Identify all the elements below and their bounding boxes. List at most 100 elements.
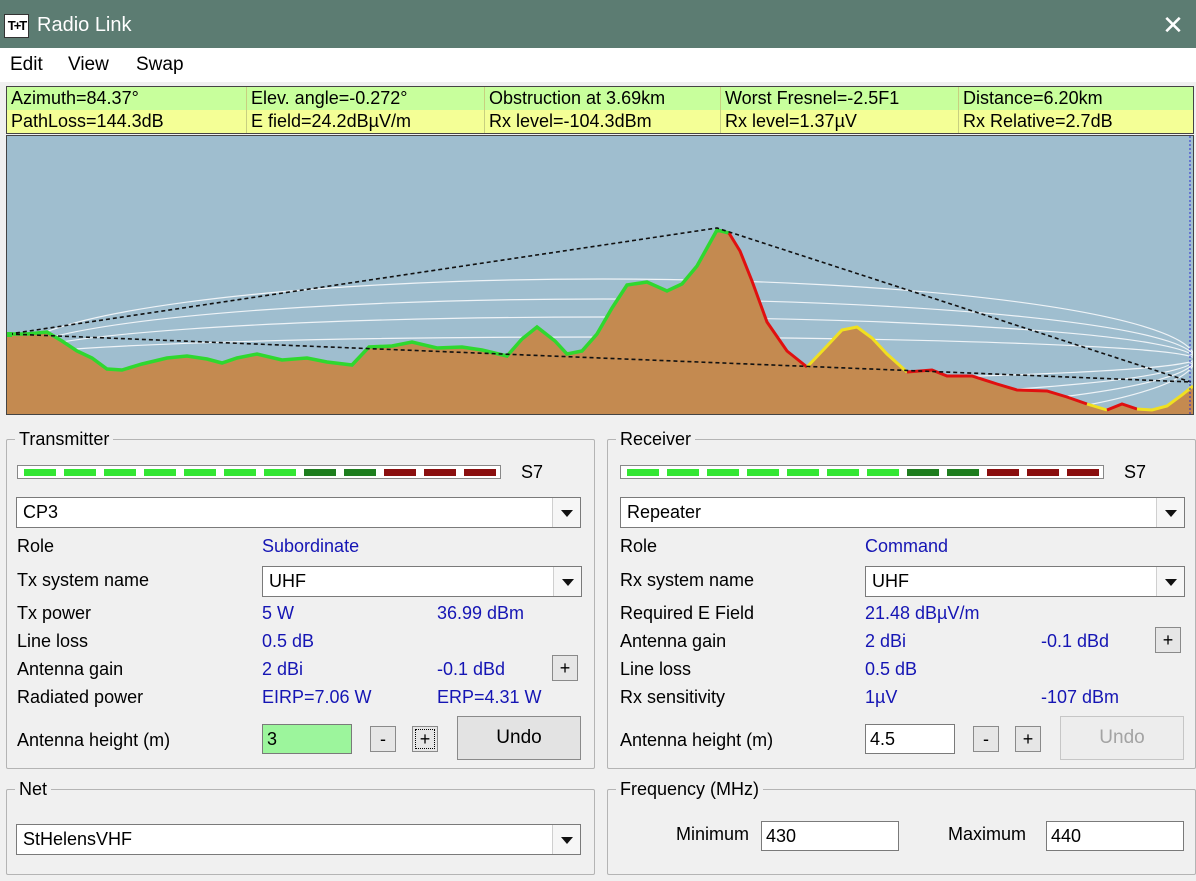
tx-antenna-gain-dbd: -0.1 dBd: [437, 659, 506, 679]
efield-cell: E field=24.2dBµV/m: [247, 110, 485, 133]
rx-height-minus-button[interactable]: -: [973, 726, 999, 752]
transmitter-group-label: Transmitter: [15, 428, 114, 450]
transmitter-point: [7, 332, 12, 337]
rx-height-plus-button[interactable]: +: [1015, 726, 1041, 752]
rx-site-select[interactable]: Repeater: [620, 497, 1185, 528]
tx-meter-segment: [464, 469, 496, 476]
terrain-profile-view[interactable]: [6, 135, 1194, 415]
frequency-min-input[interactable]: 430: [761, 821, 899, 851]
frequency-group: Frequency (MHz) Minimum 430 Maximum 440: [607, 778, 1196, 875]
rx-antenna-gain-label: Antenna gain: [620, 631, 727, 651]
worst-fresnel-cell: Worst Fresnel=-2.5F1: [721, 87, 959, 110]
rx-antenna-gain-dbd: -0.1 dBd: [1041, 631, 1110, 651]
distance-cell: Distance=6.20km: [959, 87, 1193, 110]
menu-edit[interactable]: Edit: [10, 54, 43, 76]
rx-meter-segment: [627, 469, 659, 476]
net-select[interactable]: StHelensVHF: [16, 824, 581, 855]
tx-antenna-height-input[interactable]: 3: [262, 724, 352, 754]
rx-system-value: UHF: [872, 571, 909, 591]
tx-meter-segment: [424, 469, 456, 476]
tx-radiated-power-label: Radiated power: [17, 687, 144, 707]
tx-meter-segment: [384, 469, 416, 476]
rx-meter-segment: [1067, 469, 1099, 476]
obstruction-cell: Obstruction at 3.69km: [485, 87, 721, 110]
rx-antenna-height-label: Antenna height (m): [620, 730, 774, 750]
rx-sensitivity-label: Rx sensitivity: [620, 687, 726, 707]
rx-meter-segment: [867, 469, 899, 476]
rx-site-value: Repeater: [627, 502, 702, 522]
tx-meter-segment: [64, 469, 96, 476]
rx-meter-segment: [827, 469, 859, 476]
tx-meter-segment: [344, 469, 376, 476]
tx-meter-segment: [24, 469, 56, 476]
frequency-min-label: Minimum: [676, 824, 750, 844]
chevron-down-icon[interactable]: [552, 498, 580, 527]
rx-undo-button[interactable]: Undo: [1060, 716, 1184, 760]
chevron-down-icon[interactable]: [1156, 567, 1184, 596]
pathloss-cell: PathLoss=144.3dB: [7, 110, 247, 133]
tx-undo-button[interactable]: Undo: [457, 716, 581, 760]
rx-meter-label: S7: [1124, 462, 1147, 482]
tx-meter-label: S7: [521, 462, 544, 482]
rx-role-value: Command: [865, 536, 949, 556]
rx-sensitivity-dbm: -107 dBm: [1041, 687, 1120, 707]
tx-signal-meter: [17, 465, 501, 479]
tx-antenna-gain-label: Antenna gain: [17, 659, 124, 679]
chevron-down-icon[interactable]: [552, 825, 580, 854]
net-group-label: Net: [15, 778, 52, 800]
title-bar: T+T Radio Link ✕: [0, 0, 1196, 48]
tx-system-label: Tx system name: [17, 570, 150, 590]
rx-system-label: Rx system name: [620, 570, 755, 590]
net-value: StHelensVHF: [23, 829, 133, 849]
tx-meter-segment: [104, 469, 136, 476]
tx-line-loss-value: 0.5 dB: [262, 631, 315, 651]
tx-system-value: UHF: [269, 571, 306, 591]
rx-antenna-height-input[interactable]: 4.5: [865, 724, 955, 754]
tx-role-label: Role: [17, 536, 55, 556]
tx-height-plus-button[interactable]: +: [412, 726, 438, 752]
app-icon: T+T: [4, 14, 29, 38]
tx-eirp-value: EIRP=7.06 W: [262, 687, 372, 707]
rx-required-efield-label: Required E Field: [620, 603, 755, 623]
rx-meter-segment: [907, 469, 939, 476]
tx-line-loss-label: Line loss: [17, 631, 89, 651]
chevron-down-icon[interactable]: [553, 567, 581, 596]
receiver-group-label: Receiver: [616, 428, 696, 450]
frequency-max-label: Maximum: [948, 824, 1027, 844]
rx-system-select[interactable]: UHF: [865, 566, 1185, 597]
menu-view[interactable]: View: [68, 54, 109, 76]
rx-meter-segment: [787, 469, 819, 476]
rx-meter-segment: [1027, 469, 1059, 476]
rx-meter-segment: [747, 469, 779, 476]
transmitter-group: Transmitter S7 CP3 Role Subordinate Tx s…: [6, 428, 595, 769]
tx-meter-segment: [304, 469, 336, 476]
net-group: Net StHelensVHF: [6, 778, 595, 875]
link-summary-table: Azimuth=84.37° Elev. angle=-0.272° Obstr…: [6, 86, 1194, 134]
chevron-down-icon[interactable]: [1156, 498, 1184, 527]
tx-height-minus-button[interactable]: -: [370, 726, 396, 752]
elevation-cell: Elev. angle=-0.272°: [247, 87, 485, 110]
tx-system-select[interactable]: UHF: [262, 566, 582, 597]
rx-antenna-gain-dbi: 2 dBi: [865, 631, 907, 651]
rx-line-loss-value: 0.5 dB: [865, 659, 918, 679]
tx-meter-segment: [144, 469, 176, 476]
window-title: Radio Link: [37, 14, 132, 36]
tx-antenna-gain-dbi: 2 dBi: [262, 659, 304, 679]
tx-meter-segment: [184, 469, 216, 476]
tx-erp-value: ERP=4.31 W: [437, 687, 542, 707]
tx-site-select[interactable]: CP3: [16, 497, 581, 528]
tx-gain-plus-button[interactable]: +: [552, 655, 578, 681]
rx-level-dbm-cell: Rx level=-104.3dBm: [485, 110, 721, 133]
rx-gain-plus-button[interactable]: +: [1155, 627, 1181, 653]
rx-meter-segment: [947, 469, 979, 476]
rx-required-efield-value: 21.48 dBµV/m: [865, 603, 980, 623]
close-icon[interactable]: ✕: [1158, 10, 1188, 40]
tx-power-watts: 5 W: [262, 603, 295, 623]
terrain-profile-graphic: [7, 136, 1193, 414]
rx-role-label: Role: [620, 536, 658, 556]
frequency-max-input[interactable]: 440: [1046, 821, 1184, 851]
menu-swap[interactable]: Swap: [136, 54, 184, 76]
tx-meter-segment: [224, 469, 256, 476]
tx-power-dbm: 36.99 dBm: [437, 603, 525, 623]
azimuth-cell: Azimuth=84.37°: [7, 87, 247, 110]
